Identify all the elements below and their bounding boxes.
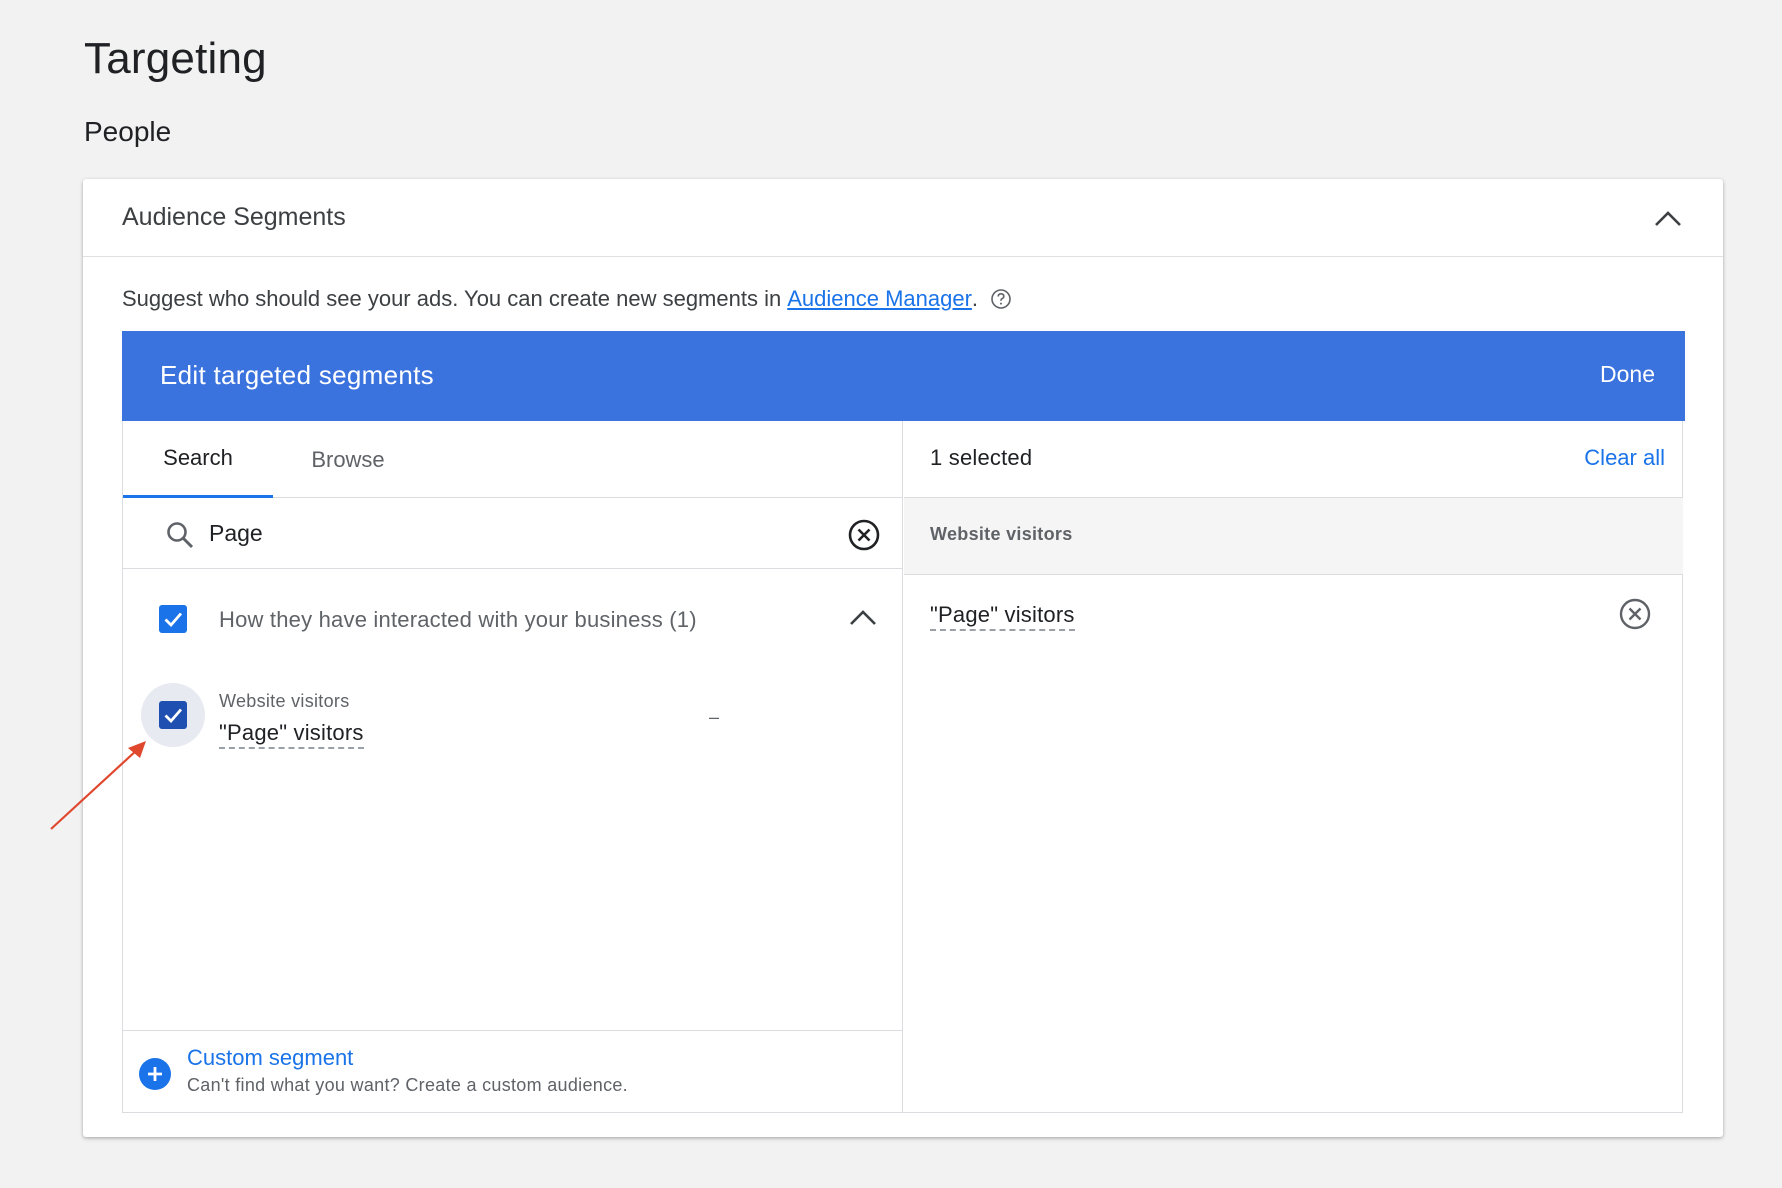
description-suffix: . [971,286,979,311]
clear-search-icon[interactable] [847,518,881,552]
search-row [123,498,903,569]
segment-category: Website visitors [219,691,350,711]
search-icon [167,522,194,549]
selected-group-label: Website visitors [930,524,1073,544]
editor-header: Edit targeted segments Done [122,331,1685,421]
help-circle-icon[interactable] [990,288,1012,310]
tab-browse[interactable]: Browse [273,421,423,498]
chevron-up-icon [850,610,876,625]
selected-group-header: Website visitors [904,498,1683,575]
collapse-card-button[interactable] [1651,201,1685,235]
clear-all-button[interactable]: Clear all [1584,445,1665,471]
segment-checkbox-box [159,701,187,729]
selected-item: "Page" visitors [904,575,1683,655]
tab-search[interactable]: Search [123,421,273,498]
card-description: Suggest who should see your ads. You can… [122,286,1012,312]
selected-count: 1 selected [930,445,1033,470]
category-checkbox[interactable] [159,605,187,633]
segment-name[interactable]: "Page" visitors [219,720,364,749]
add-circle-icon[interactable] [139,1058,171,1090]
selected-header: 1 selected Clear all [904,421,1683,498]
segment-size: – [709,707,720,727]
page-title: Targeting [84,34,267,83]
list-item: Website visitors "Page" visitors – [123,669,903,769]
category-row: How they have interacted with your busin… [123,569,903,669]
segment-editor: Edit targeted segments Done Search Brows… [122,331,1685,1113]
card-header[interactable]: Audience Segments [83,179,1723,257]
search-input[interactable] [209,514,809,552]
selected-item-name[interactable]: "Page" visitors [930,602,1075,631]
selected-pane: 1 selected Clear all Website visitors "P… [904,421,1683,1113]
custom-segment-subtitle: Can't find what you want? Create a custo… [187,1075,628,1095]
tab-bar: Search Browse [123,421,903,498]
remove-selected-icon[interactable] [1618,597,1652,631]
editor-title: Edit targeted segments [160,360,434,390]
collapse-category-button[interactable] [845,599,881,635]
segment-checkbox[interactable] [141,683,205,747]
check-icon [164,708,183,724]
chevron-up-icon [1655,211,1681,226]
category-label: How they have interacted with your busin… [219,607,697,632]
audience-segments-card: Audience Segments Suggest who should see… [83,179,1723,1137]
section-title: People [84,116,172,147]
audience-manager-link[interactable]: Audience Manager [787,286,972,312]
custom-segment-link[interactable]: Custom segment [187,1045,353,1071]
check-icon [164,612,183,628]
description-text: Suggest who should see your ads. You can… [122,286,782,311]
card-title: Audience Segments [122,203,346,231]
done-button[interactable]: Done [1600,361,1655,388]
custom-segment-footer: Custom segment Can't find what you want?… [123,1030,903,1113]
search-pane: Search Browse Page How they have interac… [123,421,903,1113]
